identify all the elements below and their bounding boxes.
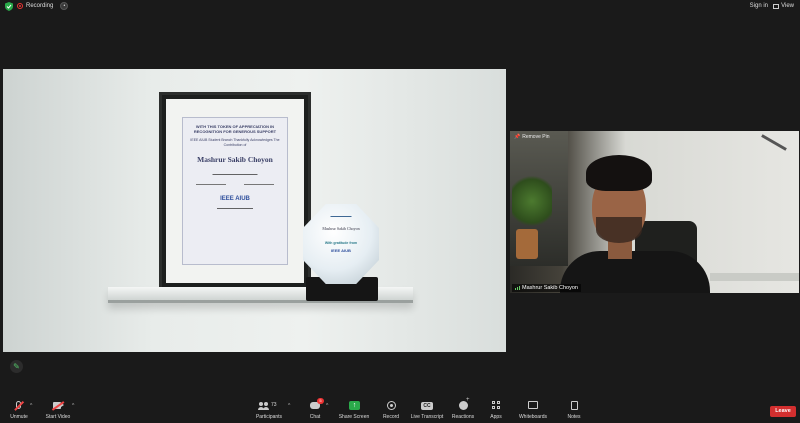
participants-label: Participants <box>255 414 283 420</box>
reactions-button[interactable]: Reactions <box>450 397 476 420</box>
trophy-top-text: ▬▬▬▬▬▬▬ <box>330 214 352 218</box>
recording-indicator[interactable]: Recording • <box>17 2 69 10</box>
microphone-muted-icon <box>13 401 25 411</box>
camera-shape <box>53 402 64 409</box>
participants-button[interactable]: 73 Participants <box>253 401 285 420</box>
certificate-frame: WITH THIS TOKEN OF APPRECIATION IN RECOG… <box>159 92 311 290</box>
top-bar: Recording • Sign in View <box>0 0 800 14</box>
sign-in-link[interactable]: Sign in <box>750 3 768 9</box>
certificate-logo: IEEE AIUB <box>220 196 250 202</box>
participant-body <box>560 251 710 293</box>
certificate-subheading: IEEE AIUB Student Branch Thankfully Ackn… <box>190 138 280 147</box>
unmute-label: Unmute <box>10 414 28 420</box>
cc-shape: CC <box>421 402 433 410</box>
annotate-button[interactable]: ✎ <box>10 360 23 373</box>
mic-shape <box>16 401 21 409</box>
notes-shape <box>571 401 578 410</box>
smiley-shape <box>459 397 470 410</box>
record-shape <box>387 401 396 410</box>
whiteboards-button[interactable]: Whiteboards <box>517 401 549 420</box>
notes-button[interactable]: Notes <box>564 401 584 420</box>
video-plant-pot <box>516 229 538 259</box>
participant-name: Mashrur Sakib Choyon <box>522 285 578 291</box>
chat-bubble-icon: 5 <box>309 398 324 411</box>
signature-right <box>244 184 274 190</box>
smiley-plus-icon <box>457 397 470 411</box>
record-label: Record <box>382 414 400 420</box>
participants-options-caret[interactable]: ^ <box>288 403 290 409</box>
share-arrow-icon: ↑ <box>348 401 360 411</box>
certificate-body-lines: ▬▬▬▬▬▬▬▬▬▬▬▬▬▬▬ <box>212 172 258 176</box>
trophy-engraving: ▬▬▬▬▬▬▬ Mashrur Sakib Choyon With gratit… <box>313 214 369 253</box>
share-screen-button[interactable]: ↑ Share Screen <box>337 401 371 420</box>
recording-label: Recording <box>26 3 54 9</box>
video-options-caret[interactable]: ^ <box>72 403 74 409</box>
leave-button[interactable]: Leave <box>770 406 796 417</box>
view-label: View <box>781 3 794 9</box>
whiteboard-shape <box>528 401 538 409</box>
grid-icon <box>773 3 780 9</box>
start-video-button[interactable]: Start Video <box>43 401 73 420</box>
reactions-label: Reactions <box>451 414 475 420</box>
shared-screen: WITH THIS TOKEN OF APPRECIATION IN RECOG… <box>3 69 506 352</box>
audio-options-caret[interactable]: ^ <box>30 403 32 409</box>
record-dot-icon <box>17 3 23 9</box>
video-plant <box>512 171 552 231</box>
participant-beard <box>596 217 642 243</box>
apps-grid-icon <box>490 401 502 411</box>
trophy-name: Mashrur Sakib Choyon <box>322 226 360 231</box>
live-transcript-label: Live Transcript <box>410 414 444 420</box>
meeting-toolbar: Unmute ^ Start Video ^ 73 Participants ^… <box>0 397 800 423</box>
share-arrow-shape: ↑ <box>349 401 360 410</box>
chat-button[interactable]: 5 Chat <box>305 398 325 420</box>
certificate-signatures <box>187 184 283 190</box>
trophy-logo: IEEE AIUB <box>331 248 351 253</box>
certificate-footer-line: ▬▬▬▬▬▬▬▬▬▬▬▬ <box>217 206 253 210</box>
unmute-button[interactable]: Unmute <box>6 401 32 420</box>
pencil-icon: ✎ <box>13 362 20 371</box>
certificate-recipient-name: Mashrur Sakib Choyon <box>197 155 273 164</box>
participant-video-tile[interactable]: 📌 Remove Pin Mashrur Sakib Choyon <box>510 131 799 293</box>
start-video-label: Start Video <box>45 414 71 420</box>
record-icon <box>385 401 397 411</box>
remove-pin-label: Remove Pin <box>522 134 550 140</box>
signal-bars-icon <box>515 286 520 290</box>
certificate-mat: WITH THIS TOKEN OF APPRECIATION IN RECOG… <box>166 99 304 283</box>
view-button[interactable]: View <box>773 3 794 9</box>
share-screen-label: Share Screen <box>338 414 370 420</box>
pin-icon: 📌 <box>514 134 521 140</box>
chat-badge: 5 <box>317 398 324 404</box>
cc-icon: CC <box>421 401 433 411</box>
certificate: WITH THIS TOKEN OF APPRECIATION IN RECOG… <box>182 117 288 265</box>
apps-button[interactable]: Apps <box>487 401 505 420</box>
signature-left <box>196 184 226 190</box>
video-desk <box>710 273 799 281</box>
record-button[interactable]: Record <box>380 401 402 420</box>
recording-menu-button[interactable]: • <box>60 2 69 10</box>
chat-options-caret[interactable]: ^ <box>326 403 328 409</box>
whiteboard-icon <box>527 401 539 411</box>
people-icon: 73 <box>258 401 280 411</box>
participant-hair <box>586 155 652 191</box>
apps-label: Apps <box>490 414 502 420</box>
notes-icon <box>568 401 580 411</box>
remove-pin-button[interactable]: 📌 Remove Pin <box>514 134 549 140</box>
live-transcript-button[interactable]: CC Live Transcript <box>409 401 445 420</box>
notes-label: Notes <box>567 414 581 420</box>
participants-count: 73 <box>271 402 277 408</box>
trophy-gratitude: With gratitude from <box>324 241 358 245</box>
camera-off-icon <box>52 401 64 411</box>
whiteboards-label: Whiteboards <box>518 414 548 420</box>
certificate-heading: WITH THIS TOKEN OF APPRECIATION IN RECOG… <box>193 124 277 134</box>
chat-label: Chat <box>309 414 321 420</box>
shield-check-icon[interactable] <box>5 2 13 11</box>
participant-name-tag: Mashrur Sakib Choyon <box>512 284 581 292</box>
